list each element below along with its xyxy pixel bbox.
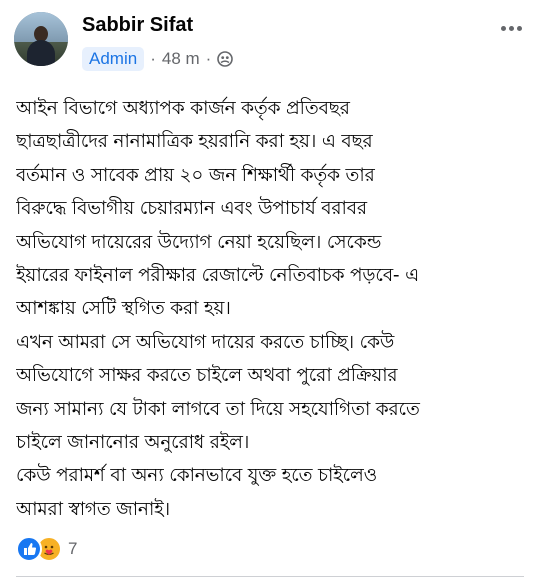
post-meta: Admin · 48 m · (82, 46, 234, 72)
reactions-summary[interactable]: 7 (16, 536, 77, 562)
post-text-line: কেউ পরামর্শ বা অন্য কোনভাবে যুক্ত হতে চা… (16, 465, 378, 487)
more-horizontal-icon (500, 25, 506, 31)
post-text-line: অভিযোগে সাক্ষর করতে চাইলে অথবা পুরো প্রক… (16, 365, 398, 387)
group-icon[interactable] (217, 51, 234, 67)
post-text-line: আশঙ্কায় সেটি স্থগিত করা হয়। (16, 298, 231, 320)
post-text-line: অভিযোগ দায়েরের উদ্যোগ নেয়া হয়েছিল। সে… (16, 231, 382, 253)
post-text-line: এখন আমরা সে অভিযোগ দায়ের করতে চাচ্ছি। ক… (16, 331, 395, 353)
author-avatar[interactable] (14, 12, 68, 66)
post-text-line: আমরা স্বাগত জানাই। (16, 498, 170, 520)
post-text-line: ইয়ারের ফাইনাল পরীক্ষার রেজাল্টে নেতিবাচ… (16, 265, 419, 287)
post-text-line: বর্তমান ও সাবেক প্রায় ২০ জন শিক্ষার্থী … (16, 164, 375, 186)
more-options-button[interactable] (498, 18, 524, 38)
post-text-line: ছাত্রছাত্রীদের নানামাত্রিক হয়রানি করা হ… (16, 131, 373, 153)
post-text-line: বিরুদ্ধে বিভাগীয় চেয়ারম্যান এবং উপাচার… (16, 198, 367, 220)
post-text-line: চাইলে জানানোর অনুরোধ রইল। (16, 432, 250, 454)
post-text-line: আইন বিভাগে অধ্যাপক কার্জন কর্তৃক প্রতিবছ… (16, 98, 350, 119)
meta-separator: · (205, 49, 212, 68)
author-name[interactable]: Sabbir Sifat (82, 14, 193, 37)
meta-separator: · (150, 49, 156, 68)
more-horizontal-icon (508, 25, 514, 31)
post-footer-divider (16, 576, 524, 577)
post-card: Sabbir Sifat Admin · 48 m · আইন বিভাগে অ… (0, 0, 540, 579)
post-header: Sabbir Sifat Admin · 48 m · (14, 12, 526, 72)
post-text-line: জন্য সামান্য যে টাকা লাগবে তা দিয়ে সহযো… (16, 398, 420, 420)
post-time[interactable]: 48 m (162, 49, 200, 69)
reaction-count: 7 (68, 539, 78, 558)
admin-badge[interactable]: Admin (82, 47, 145, 71)
more-horizontal-icon (516, 25, 522, 31)
avatar-person-body (27, 40, 55, 66)
post-text: আইন বিভাগে অধ্যাপক কার্জন কর্তৃক প্রতিবছ… (16, 92, 526, 526)
like-icon (16, 536, 42, 562)
